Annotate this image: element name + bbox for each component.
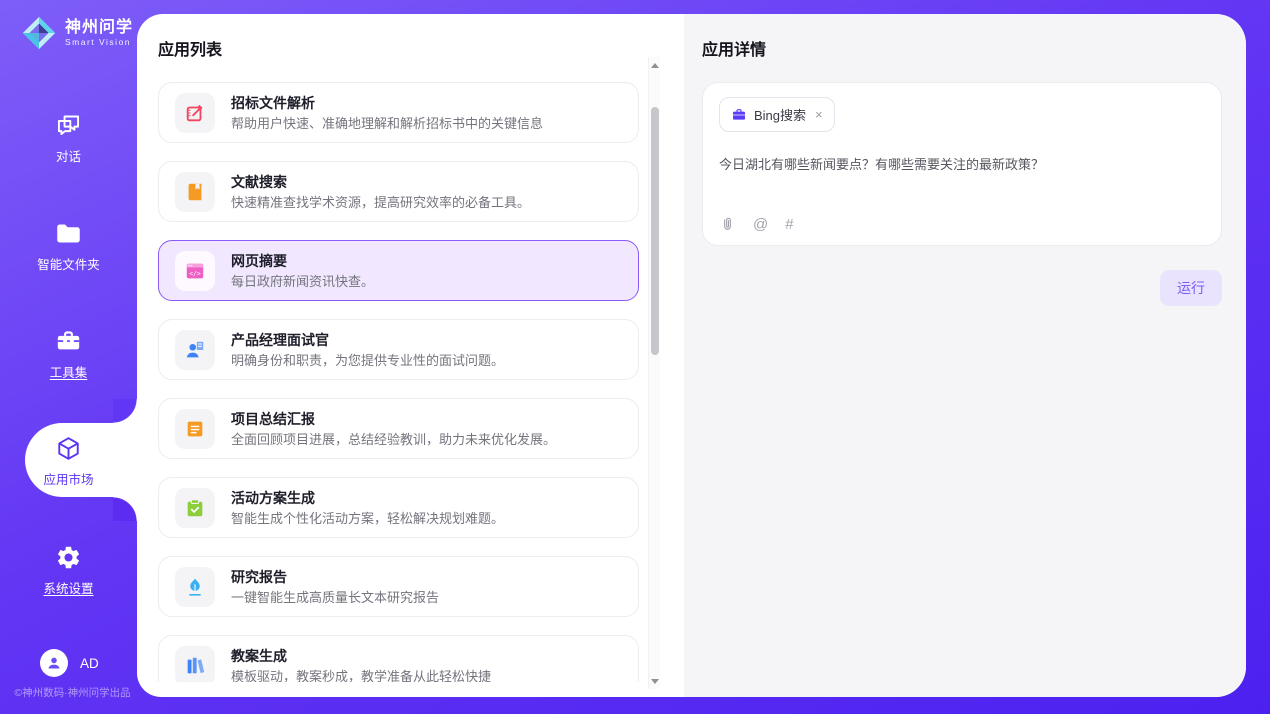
app-card-招标文件解析[interactable]: 招标文件解析 帮助用户快速、准确地理解和解析招标书中的关键信息 — [158, 82, 639, 143]
app-list-panel: 应用列表 招标文件解析 帮助用户快速、准确地理解和解析招标书中的关键信息 文献搜… — [137, 14, 684, 697]
app-description: 模板驱动，教案秒成，教学准备从此轻松快捷 — [231, 669, 491, 683]
query-input[interactable]: 今日湖北有哪些新闻要点？有哪些需要关注的最新政策？ — [719, 154, 1205, 216]
app-card-教案生成[interactable]: 教案生成 模板驱动，教案秒成，教学准备从此轻松快捷 — [158, 635, 639, 682]
scroll-down-arrow-icon[interactable] — [649, 675, 661, 687]
run-button[interactable]: 运行 — [1160, 270, 1222, 306]
sidebar-item-label: 工具集 — [0, 362, 137, 381]
scroll-up-arrow-icon[interactable] — [649, 59, 661, 71]
active-nav-curve-bottom — [113, 497, 137, 521]
scrollbar[interactable] — [648, 57, 660, 689]
app-card-产品经理面试官[interactable]: 产品经理面试官 明确身份和职责，为您提供专业性的面试问题。 — [158, 319, 639, 380]
sidebar-item-label: 对话 — [0, 146, 137, 165]
sidebar-item-智能文件夹[interactable]: 智能文件夹 — [0, 220, 137, 273]
brand-name: 神州问学 — [65, 19, 133, 37]
brand-logo: 神州问学 Smart Vision — [20, 14, 133, 52]
app-description: 每日政府新闻资讯快查。 — [231, 274, 374, 290]
app-name: 文献搜索 — [231, 173, 530, 191]
app-name: 网页摘要 — [231, 252, 374, 270]
app-name: 活动方案生成 — [231, 489, 504, 507]
user-account[interactable]: AD — [40, 649, 99, 677]
app-card-list: 招标文件解析 帮助用户快速、准确地理解和解析招标书中的关键信息 文献搜索 快速精… — [158, 82, 684, 682]
sidebar-item-label: 应用市场 — [0, 469, 137, 488]
attachment-toolbar: @ # — [719, 216, 1205, 233]
close-icon[interactable]: × — [815, 108, 823, 121]
report-note-icon — [175, 409, 215, 449]
gear-icon — [55, 544, 82, 571]
app-description: 全面回顾项目进展，总结经验教训，助力未来优化发展。 — [231, 432, 556, 448]
app-description: 智能生成个性化活动方案，轻松解决规划难题。 — [231, 511, 504, 527]
sidebar-item-工具集[interactable]: 工具集 — [0, 328, 137, 381]
books-icon — [175, 646, 215, 683]
paperclip-icon[interactable] — [719, 216, 736, 233]
run-row: 运行 — [702, 270, 1222, 306]
sidebar-item-label: 智能文件夹 — [0, 254, 137, 273]
briefcase-icon — [731, 107, 747, 123]
book-icon — [175, 172, 215, 212]
at-icon[interactable]: @ — [753, 217, 768, 232]
folder-icon — [55, 220, 82, 247]
sidebar-item-label: 系统设置 — [0, 578, 137, 597]
user-initials: AD — [80, 656, 99, 671]
app-name: 教案生成 — [231, 647, 491, 665]
app-detail-panel: 应用详情 Bing搜索 × 今日湖北有哪些新闻要点？有哪些需要关注的最新政策？ … — [684, 14, 1246, 697]
sidebar-item-对话[interactable]: 对话 — [0, 112, 137, 165]
edit-doc-icon — [175, 93, 215, 133]
app-name: 招标文件解析 — [231, 94, 543, 112]
app-detail-title: 应用详情 — [702, 40, 1222, 62]
scrollbar-thumb[interactable] — [651, 107, 659, 355]
prompt-input-card: Bing搜索 × 今日湖北有哪些新闻要点？有哪些需要关注的最新政策？ @ # — [702, 82, 1222, 246]
sidebar-item-系统设置[interactable]: 系统设置 — [0, 544, 137, 597]
tool-chip-bing-search[interactable]: Bing搜索 × — [719, 97, 835, 132]
app-name: 项目总结汇报 — [231, 410, 556, 428]
app-description: 帮助用户快速、准确地理解和解析招标书中的关键信息 — [231, 116, 543, 132]
toolbox-icon — [55, 328, 82, 355]
diamond-logo-icon — [20, 14, 58, 52]
person-icon — [45, 654, 63, 672]
app-list-title: 应用列表 — [158, 40, 684, 62]
brand-subtitle: Smart Vision — [65, 37, 133, 47]
app-description: 明确身份和职责，为您提供专业性的面试问题。 — [231, 353, 504, 369]
ink-pen-icon — [175, 567, 215, 607]
avatar[interactable] — [40, 649, 68, 677]
app-name: 研究报告 — [231, 568, 439, 586]
clipboard-check-icon — [175, 488, 215, 528]
app-card-活动方案生成[interactable]: 活动方案生成 智能生成个性化活动方案，轻松解决规划难题。 — [158, 477, 639, 538]
active-nav-curve-top — [113, 399, 137, 423]
app-card-项目总结汇报[interactable]: 项目总结汇报 全面回顾项目进展，总结经验教训，助力未来优化发展。 — [158, 398, 639, 459]
sidebar-item-应用市场[interactable]: 应用市场 — [0, 435, 137, 488]
sidebar: 神州问学 Smart Vision 对话 智能文件夹 工具集 应用市场 系统设置 — [0, 0, 137, 714]
tool-chip-label: Bing搜索 — [754, 105, 806, 124]
app-card-研究报告[interactable]: 研究报告 一键智能生成高质量长文本研究报告 — [158, 556, 639, 617]
hash-icon[interactable]: # — [785, 217, 793, 232]
cube-icon — [55, 435, 82, 462]
chat-icon — [55, 112, 82, 139]
svg-text:</>: </> — [189, 269, 201, 277]
interviewer-icon — [175, 330, 215, 370]
main-content: 应用列表 招标文件解析 帮助用户快速、准确地理解和解析招标书中的关键信息 文献搜… — [137, 14, 1246, 697]
browser-code-icon: </> — [175, 251, 215, 291]
app-card-网页摘要[interactable]: </> 网页摘要 每日政府新闻资讯快查。 — [158, 240, 639, 301]
app-card-文献搜索[interactable]: 文献搜索 快速精准查找学术资源，提高研究效率的必备工具。 — [158, 161, 639, 222]
app-description: 快速精准查找学术资源，提高研究效率的必备工具。 — [231, 195, 530, 211]
app-name: 产品经理面试官 — [231, 331, 504, 349]
app-description: 一键智能生成高质量长文本研究报告 — [231, 590, 439, 606]
copyright-text: ©神州数码·神州问学出品 — [8, 685, 137, 700]
